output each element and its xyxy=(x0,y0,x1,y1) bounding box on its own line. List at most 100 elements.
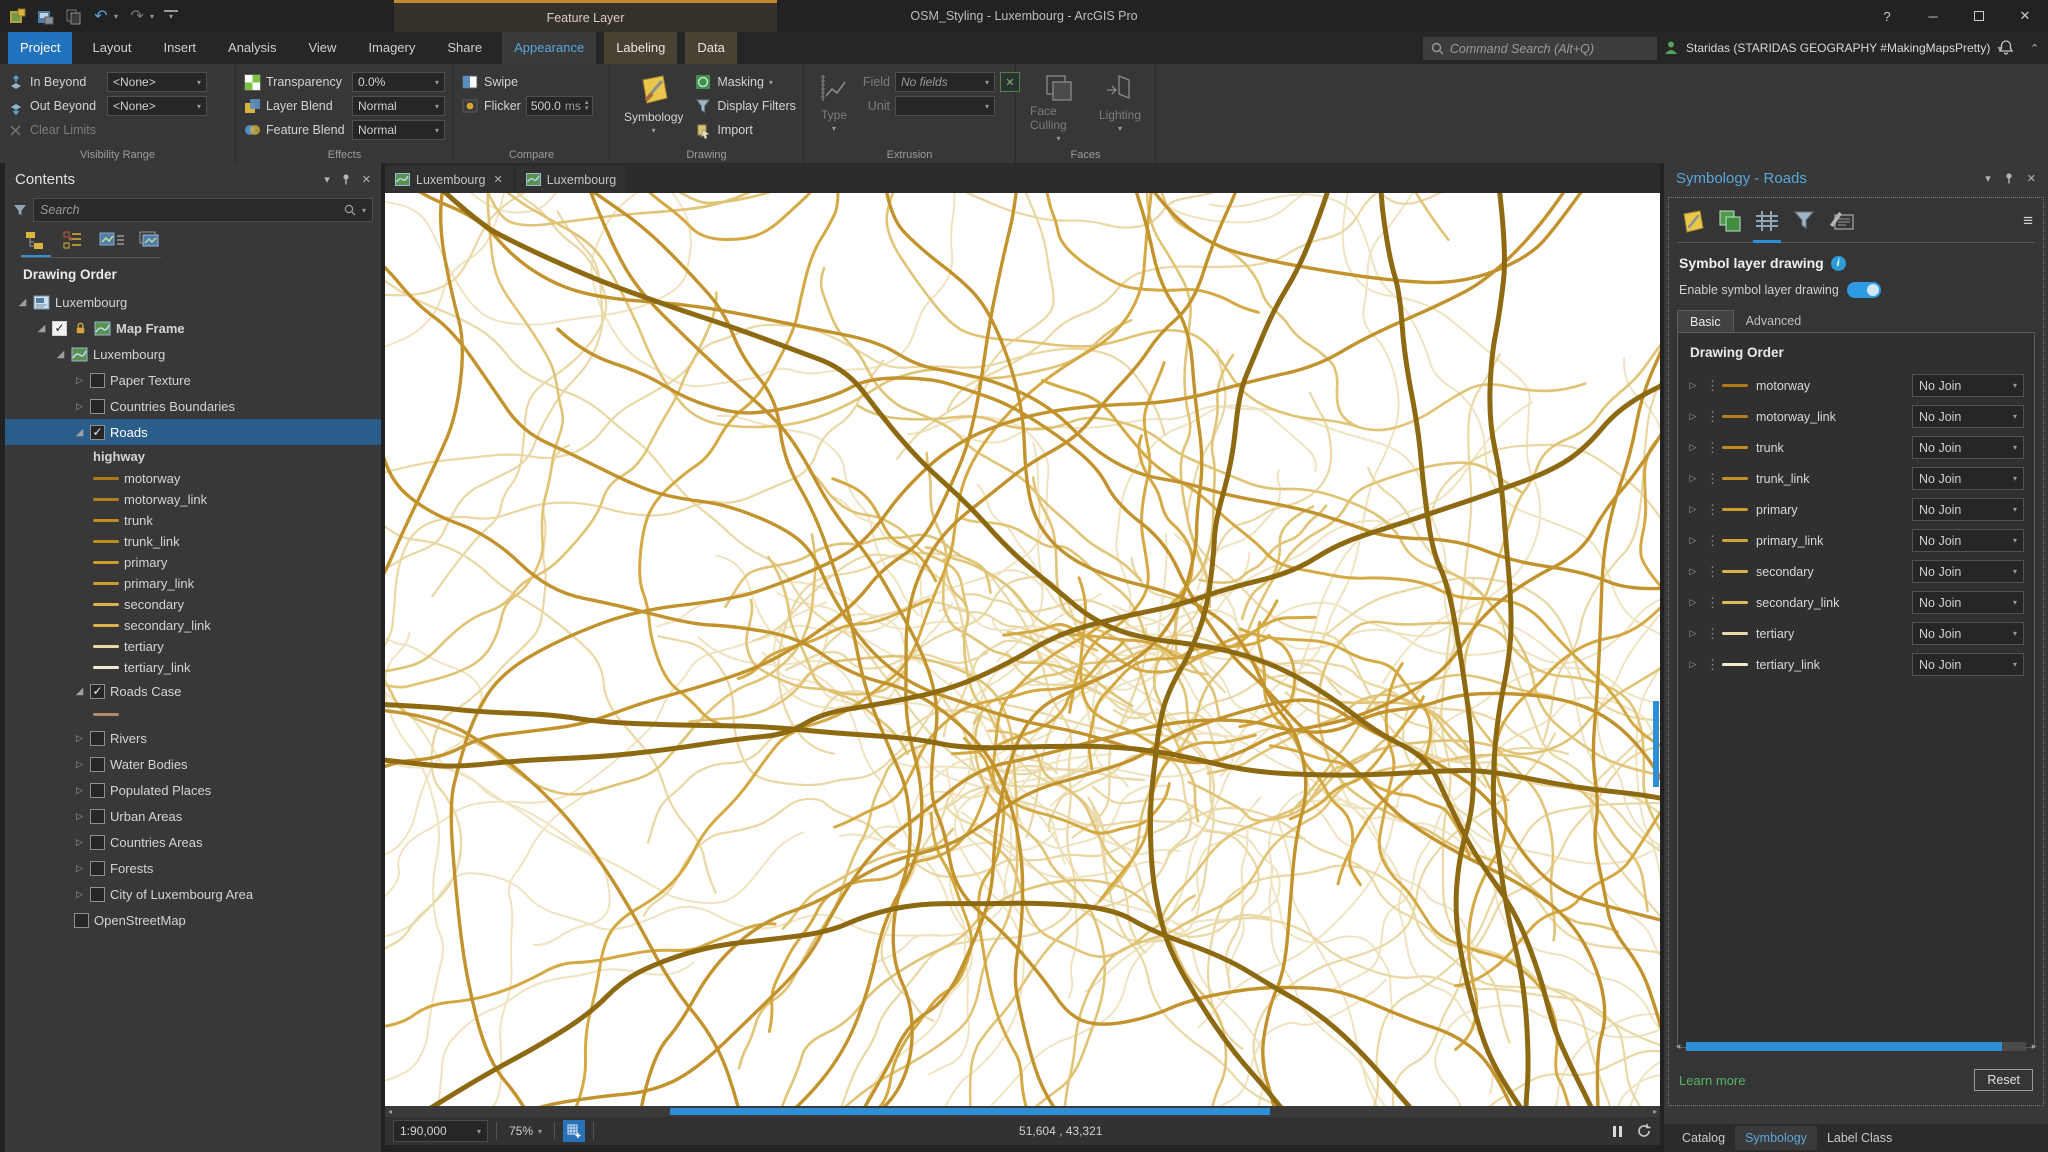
layer-tree-row[interactable]: ◢ Luxembourg xyxy=(5,289,381,315)
layer-tree-row[interactable]: primary_link xyxy=(5,573,381,594)
layer-tree-row[interactable]: motorway_link xyxy=(5,489,381,510)
symbol-swatch[interactable] xyxy=(93,645,119,648)
map-tab[interactable]: Luxembourg xyxy=(516,166,627,193)
ribbon-tab[interactable]: Labeling xyxy=(604,32,677,64)
collapse-ribbon-icon[interactable]: ⌃ xyxy=(2030,42,2039,55)
expander-collapsed-icon[interactable]: ▷ xyxy=(1688,535,1698,546)
vertical-scrollbar-thumb[interactable] xyxy=(1653,701,1659,787)
ribbon-tab[interactable]: Imagery xyxy=(356,32,427,64)
layer-tree-row[interactable]: tertiary xyxy=(5,636,381,657)
list-by-drawing-order-button[interactable] xyxy=(23,229,49,253)
ribbon-tab[interactable]: Appearance xyxy=(502,32,596,64)
layer-visibility-checkbox[interactable] xyxy=(90,373,105,388)
expander-collapsed-icon[interactable]: ▷ xyxy=(1688,473,1698,484)
symbol-layer-row[interactable]: ▷ ⋮ trunk_link No Join▾ xyxy=(1684,463,2028,494)
swipe-label[interactable]: Swipe xyxy=(484,75,518,89)
drag-handle-icon[interactable]: ⋮ xyxy=(1706,471,1714,487)
close-pane-icon[interactable]: ✕ xyxy=(362,173,371,186)
layer-tree-row[interactable]: ▷ Forests xyxy=(5,855,381,881)
layer-tree-row[interactable]: ▷ Water Bodies xyxy=(5,751,381,777)
map-scale-dropdown[interactable]: 1:90,000▾ xyxy=(393,1120,488,1142)
notifications-button[interactable] xyxy=(1998,39,2014,60)
panel-bottom-tab[interactable]: Catalog xyxy=(1672,1126,1735,1150)
layer-visibility-checkbox[interactable]: ✓ xyxy=(52,321,67,336)
extrusion-type-button[interactable]: Type ▾ xyxy=(812,70,856,145)
expander-expanded-icon[interactable]: ◢ xyxy=(17,297,28,308)
close-button[interactable]: ✕ xyxy=(2002,0,2048,32)
command-search-input[interactable] xyxy=(1450,42,1649,56)
drag-handle-icon[interactable]: ⋮ xyxy=(1706,533,1714,549)
layer-tree-row[interactable]: ◢ Luxembourg xyxy=(5,341,381,367)
layer-visibility-checkbox[interactable] xyxy=(90,835,105,850)
symbology-button[interactable]: Symbology ▾ xyxy=(618,70,689,145)
info-icon[interactable]: i xyxy=(1831,256,1846,271)
join-dropdown[interactable]: No Join▾ xyxy=(1912,622,2024,645)
display-filters-label[interactable]: Display Filters xyxy=(717,99,796,113)
clear-limits-label[interactable]: Clear Limits xyxy=(30,123,96,137)
symbol-layer-drawing-tab-icon[interactable] xyxy=(1753,208,1781,234)
undo-button[interactable]: ↶ xyxy=(92,7,110,25)
symbol-layer-row[interactable]: ▷ ⋮ motorway_link No Join▾ xyxy=(1684,401,2028,432)
layer-visibility-checkbox[interactable] xyxy=(90,887,105,902)
minimize-button[interactable]: ─ xyxy=(1910,0,1956,32)
expander-collapsed-icon[interactable]: ▷ xyxy=(1688,380,1698,391)
layer-tree-row[interactable]: highway xyxy=(5,445,381,468)
symbol-swatch[interactable] xyxy=(93,603,119,606)
scroll-right-icon[interactable]: ▸ xyxy=(2029,1041,2039,1052)
vary-symbology-tab-icon[interactable] xyxy=(1716,208,1744,234)
layer-tree-row[interactable]: motorway xyxy=(5,468,381,489)
masking-label[interactable]: Masking xyxy=(717,75,764,89)
layer-tree-row[interactable]: OpenStreetMap xyxy=(5,907,381,933)
drag-handle-icon[interactable]: ⋮ xyxy=(1706,409,1714,425)
symbol-swatch[interactable] xyxy=(93,519,119,522)
expander-collapsed-icon[interactable]: ▷ xyxy=(1688,659,1698,670)
layer-blend-dropdown[interactable]: Normal▾ xyxy=(352,96,445,116)
contents-search-input[interactable] xyxy=(40,203,338,217)
layer-tree-row[interactable] xyxy=(5,704,381,725)
symbol-swatch[interactable] xyxy=(93,540,119,543)
layer-tree-row[interactable]: secondary_link xyxy=(5,615,381,636)
maximize-button[interactable] xyxy=(1956,0,2002,32)
primary-symbology-tab-icon[interactable] xyxy=(1679,208,1707,234)
join-dropdown[interactable]: No Join▾ xyxy=(1912,653,2024,676)
list-by-source-button[interactable] xyxy=(61,229,87,253)
panel-bottom-tab[interactable]: Symbology xyxy=(1735,1126,1817,1150)
layer-tree-row[interactable]: ▷ Paper Texture xyxy=(5,367,381,393)
drag-handle-icon[interactable]: ⋮ xyxy=(1706,564,1714,580)
layer-tree-row[interactable]: ◢ ✓ Roads xyxy=(5,419,381,445)
pin-icon[interactable] xyxy=(2003,172,2015,184)
expander-collapsed-icon[interactable]: ▷ xyxy=(74,401,85,412)
close-tab-icon[interactable]: ✕ xyxy=(494,173,503,186)
expander-expanded-icon[interactable]: ◢ xyxy=(74,686,85,697)
horizontal-scrollbar-thumb[interactable] xyxy=(670,1108,1270,1115)
grid-tool-button[interactable] xyxy=(563,1120,585,1142)
expander-collapsed-icon[interactable]: ▷ xyxy=(1688,442,1698,453)
tab-basic[interactable]: Basic xyxy=(1677,310,1734,333)
expander-collapsed-icon[interactable]: ▷ xyxy=(74,811,85,822)
scrollbar-thumb[interactable] xyxy=(1686,1042,2002,1051)
enable-sld-toggle[interactable] xyxy=(1847,282,1881,298)
user-account[interactable]: Staridas (STARIDAS GEOGRAPHY #MakingMaps… xyxy=(1663,32,2001,64)
symbol-swatch[interactable] xyxy=(93,624,119,627)
labels-tab-icon[interactable] xyxy=(1827,208,1855,234)
layer-visibility-checkbox[interactable] xyxy=(90,783,105,798)
expander-collapsed-icon[interactable]: ▷ xyxy=(74,759,85,770)
expander-collapsed-icon[interactable]: ▷ xyxy=(1688,597,1698,608)
layer-visibility-checkbox[interactable] xyxy=(90,399,105,414)
ribbon-tab[interactable]: Layout xyxy=(80,32,143,64)
extrusion-unit-dropdown[interactable]: ▾ xyxy=(895,96,995,116)
symbol-swatch[interactable] xyxy=(93,713,119,716)
map-vertical-scrollbar[interactable] xyxy=(1652,193,1660,1106)
refresh-icon[interactable] xyxy=(1636,1123,1652,1139)
tab-advanced[interactable]: Advanced xyxy=(1734,310,1814,333)
face-culling-button[interactable]: Face Culling ▾ xyxy=(1024,70,1093,145)
join-dropdown[interactable]: No Join▾ xyxy=(1912,405,2024,428)
symbol-layer-row[interactable]: ▷ ⋮ tertiary No Join▾ xyxy=(1684,618,2028,649)
layer-tree-row[interactable]: ▷ Populated Places xyxy=(5,777,381,803)
reset-button[interactable]: Reset xyxy=(1974,1069,2033,1091)
new-project-icon[interactable] xyxy=(8,7,26,25)
customize-qat-icon[interactable]: ▾ xyxy=(164,10,178,22)
symbol-layer-row[interactable]: ▷ ⋮ primary_link No Join▾ xyxy=(1684,525,2028,556)
scale-based-symbology-tab-icon[interactable] xyxy=(1790,208,1818,234)
layer-visibility-checkbox[interactable]: ✓ xyxy=(90,425,105,440)
